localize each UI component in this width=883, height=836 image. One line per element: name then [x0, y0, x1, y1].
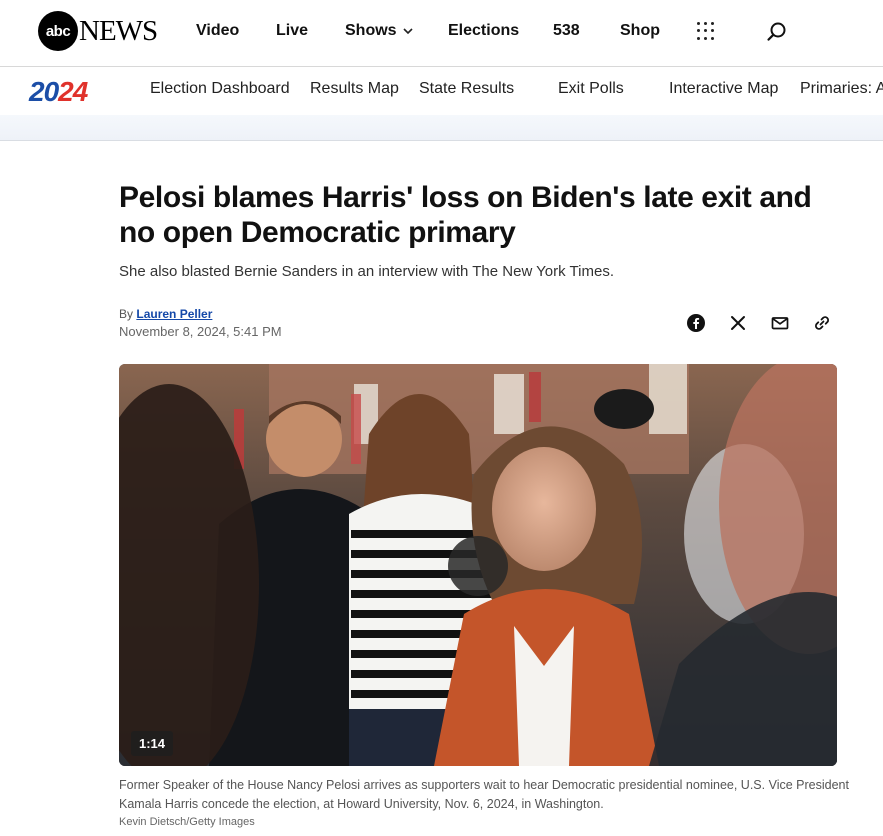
subnav-results-map[interactable]: Results Map — [310, 80, 399, 102]
top-nav: abc NEWS Video Live Shows Elections 538 … — [0, 0, 883, 67]
article-dek: She also blasted Bernie Sanders in an in… — [119, 263, 614, 280]
email-icon[interactable] — [770, 313, 790, 333]
nav-538[interactable]: 538 — [553, 20, 580, 42]
article-headline: Pelosi blames Harris' loss on Biden's la… — [119, 181, 812, 249]
abc-news-logo[interactable]: abc NEWS — [38, 11, 158, 51]
byline-prefix: By — [119, 307, 134, 321]
chevron-down-icon — [402, 27, 413, 34]
news-logo-word: NEWS — [79, 14, 158, 47]
nav-live[interactable]: Live — [276, 20, 308, 42]
abc-logo-circle: abc — [38, 11, 78, 51]
byline: By Lauren Peller — [119, 307, 212, 321]
play-button-overlay[interactable] — [448, 536, 508, 596]
nav-shop[interactable]: Shop — [620, 20, 660, 42]
author-link[interactable]: Lauren Peller — [136, 307, 212, 321]
ad-band — [0, 115, 883, 141]
subnav-exit-polls[interactable]: Exit Polls — [558, 80, 624, 102]
subnav-election-dashboard[interactable]: Election Dashboard — [150, 80, 290, 102]
x-icon[interactable] — [728, 313, 748, 333]
nav-video[interactable]: Video — [196, 20, 239, 42]
video-duration: 1:14 — [131, 731, 174, 756]
search-icon[interactable] — [766, 21, 788, 43]
subnav-primaries[interactable]: Primaries: A — [800, 80, 883, 102]
nav-elections[interactable]: Elections — [448, 20, 519, 42]
election-2024-logo[interactable]: 20 24 — [29, 76, 88, 108]
video-player[interactable]: 1:14 — [119, 364, 837, 766]
nav-shows[interactable]: Shows — [345, 20, 413, 42]
media-caption: Former Speaker of the House Nancy Pelosi… — [119, 778, 849, 811]
subnav-interactive-map[interactable]: Interactive Map — [669, 80, 778, 102]
nav-shows-label: Shows — [345, 22, 397, 39]
logo-2024-part2: 24 — [58, 76, 88, 107]
subnav-state-results[interactable]: State Results — [419, 80, 514, 102]
logo-2024-part1: 20 — [29, 76, 59, 107]
publish-timestamp: November 8, 2024, 5:41 PM — [119, 324, 282, 339]
facebook-icon[interactable] — [686, 313, 706, 333]
photo-credit: Kevin Dietsch/Getty Images — [119, 816, 255, 828]
apps-grid-icon[interactable] — [697, 22, 715, 40]
link-icon[interactable] — [812, 313, 832, 333]
